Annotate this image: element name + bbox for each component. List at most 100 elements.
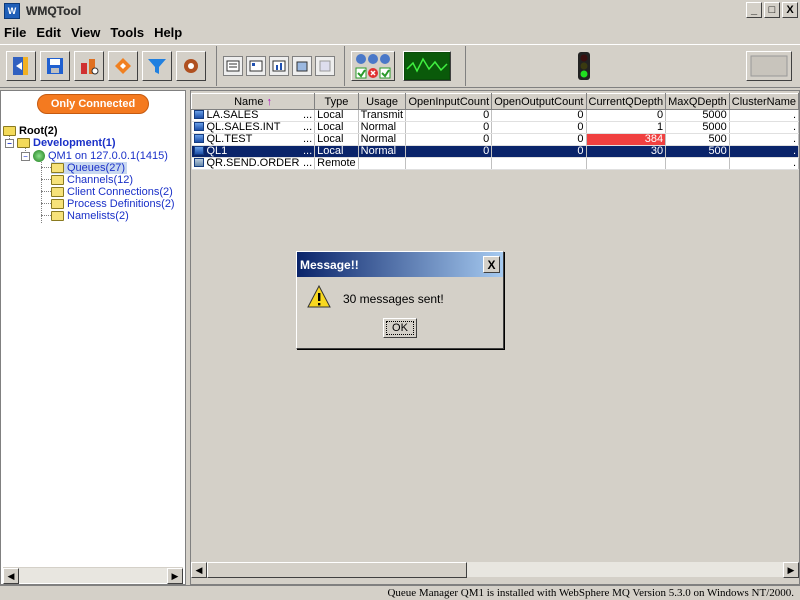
cell-usage [358, 157, 407, 170]
close-button[interactable]: X [782, 2, 798, 18]
menu-file[interactable]: File [4, 25, 26, 40]
table-row-selected[interactable]: QL1... Local Normal 0 0 30 500 . [191, 145, 799, 158]
toolbar-group-status [345, 46, 466, 86]
save-button[interactable] [40, 51, 70, 81]
minimize-button[interactable]: _ [746, 2, 762, 18]
column-header-type[interactable]: Type [314, 93, 359, 110]
cell-type: Local [314, 133, 359, 146]
table-horizontal-scrollbar[interactable]: ◀ ▶ [191, 561, 799, 578]
folder-icon [51, 187, 64, 197]
view-cube-button[interactable] [292, 56, 312, 76]
tree-node-qm1[interactable]: − QM1 on 127.0.0.1(1415) [21, 150, 168, 162]
exit-button[interactable] [6, 51, 36, 81]
scroll-left-arrow[interactable]: ◀ [3, 568, 19, 584]
view-chart-button[interactable] [269, 56, 289, 76]
menu-help[interactable]: Help [154, 25, 182, 40]
tree-label-namelists: Namelists(2) [67, 210, 129, 222]
dialog-message: 30 messages sent! [343, 292, 444, 306]
menu-edit[interactable]: Edit [36, 25, 61, 40]
table-row[interactable]: QR.SEND.ORDER... Remote . [191, 157, 799, 170]
scroll-thumb[interactable] [207, 562, 467, 578]
cell-open-output: 0 [491, 109, 587, 122]
column-header-cluster-name[interactable]: ClusterName [728, 93, 799, 110]
dialog-title: Message!! [300, 257, 359, 272]
scroll-right-arrow[interactable]: ▶ [167, 568, 183, 584]
filter-button[interactable] [142, 51, 172, 81]
table-row[interactable]: QL.SALES.INT... Local Normal 0 0 1 5000 … [191, 121, 799, 134]
settings-button[interactable] [176, 51, 206, 81]
column-header-name[interactable]: Name ↑ [191, 93, 316, 110]
collapse-icon[interactable]: − [5, 138, 14, 148]
blank-button[interactable] [315, 56, 335, 76]
placeholder-icon [750, 55, 788, 77]
tree-node-process-definitions[interactable]: Process Definitions(2) [51, 198, 175, 210]
tree-label-queues: Queues(27) [67, 162, 126, 174]
placeholder-button[interactable] [746, 51, 792, 81]
scroll-track[interactable] [207, 562, 783, 578]
ok-button[interactable]: OK [383, 318, 417, 338]
sort-ascending-icon: ↑ [266, 95, 273, 108]
tree-label-channels: Channels(12) [67, 174, 134, 186]
cell-open-input: 0 [405, 133, 493, 146]
cell-open-input: 0 [405, 121, 493, 134]
cell-current-depth-alert: 384 [586, 133, 667, 146]
cell-type: Local [314, 121, 359, 134]
refresh-button[interactable] [108, 51, 138, 81]
cell-max-depth: 5000 [665, 109, 730, 122]
cell-usage: Normal [358, 121, 407, 134]
traffic-light [574, 51, 594, 81]
tree-label-qm1: QM1 on 127.0.0.1(1415) [48, 150, 168, 162]
settings-icon [184, 59, 198, 73]
column-header-open-input-count[interactable]: OpenInputCount [405, 93, 493, 110]
tree-node-queues[interactable]: Queues(27) [51, 162, 128, 174]
table-row[interactable]: QL.TEST... Local Normal 0 0 384 500 . [191, 133, 799, 146]
collapse-icon[interactable]: − [21, 151, 30, 161]
tree-label-root: Root(2) [19, 125, 58, 137]
menu-tools[interactable]: Tools [110, 25, 144, 40]
only-connected-button[interactable]: Only Connected [37, 94, 149, 114]
cell-open-output: 0 [491, 133, 587, 146]
menu-bar: File Edit View Tools Help [0, 22, 800, 42]
local-queue-icon [193, 122, 204, 131]
navigator-pane: Only Connected Root(2) − Development(1) … [0, 90, 186, 585]
connect-button[interactable] [74, 51, 104, 81]
view-detail-button[interactable] [246, 56, 266, 76]
view-list-button[interactable] [223, 56, 243, 76]
cell-name: QL.TEST... [191, 133, 316, 146]
cell-type: Remote [314, 157, 359, 170]
restore-button[interactable]: □ [764, 2, 780, 18]
folder-open-icon [3, 126, 16, 136]
cell-cluster: . [729, 145, 799, 158]
tree-label-process-definitions: Process Definitions(2) [67, 198, 175, 210]
tree-node-channels[interactable]: Channels(12) [51, 174, 133, 186]
scroll-right-arrow[interactable]: ▶ [783, 562, 799, 578]
navigator-horizontal-scrollbar[interactable]: ◀ ▶ [3, 567, 183, 584]
scroll-track[interactable] [19, 568, 167, 583]
cell-open-input [405, 157, 493, 170]
dialog-title-bar: Message!! [297, 252, 503, 277]
monitor-button[interactable] [403, 51, 451, 81]
view-chart-icon [272, 60, 286, 72]
tree-node-client-connections[interactable]: Client Connections(2) [51, 186, 173, 198]
column-header-usage[interactable]: Usage [357, 93, 407, 110]
cell-max-depth: 5000 [665, 121, 730, 134]
folder-icon [51, 175, 64, 185]
tree-node-namelists[interactable]: Namelists(2) [51, 210, 129, 222]
column-header-current-q-depth[interactable]: CurrentQDepth [585, 93, 667, 110]
dialog-close-button[interactable]: X [483, 256, 500, 273]
toolbar [0, 44, 800, 88]
table-row[interactable]: LA.SALES... Local Transmit 0 0 0 5000 . [191, 109, 799, 122]
folder-icon [51, 199, 64, 209]
status-toggle-button[interactable] [351, 51, 395, 81]
column-header-max-q-depth[interactable]: MaxQDepth [665, 93, 730, 110]
window-controls: _ □ X [746, 2, 798, 18]
tree-node-development[interactable]: − Development(1) [5, 137, 116, 149]
cell-usage: Normal [358, 133, 407, 146]
scroll-left-arrow[interactable]: ◀ [191, 562, 207, 578]
menu-view[interactable]: View [71, 25, 100, 40]
tree-label-development: Development(1) [33, 137, 116, 149]
tree-node-root[interactable]: Root(2) [3, 125, 58, 137]
column-header-open-output-count[interactable]: OpenOutputCount [491, 93, 587, 110]
cell-cluster: . [729, 157, 799, 170]
save-icon [47, 58, 63, 74]
